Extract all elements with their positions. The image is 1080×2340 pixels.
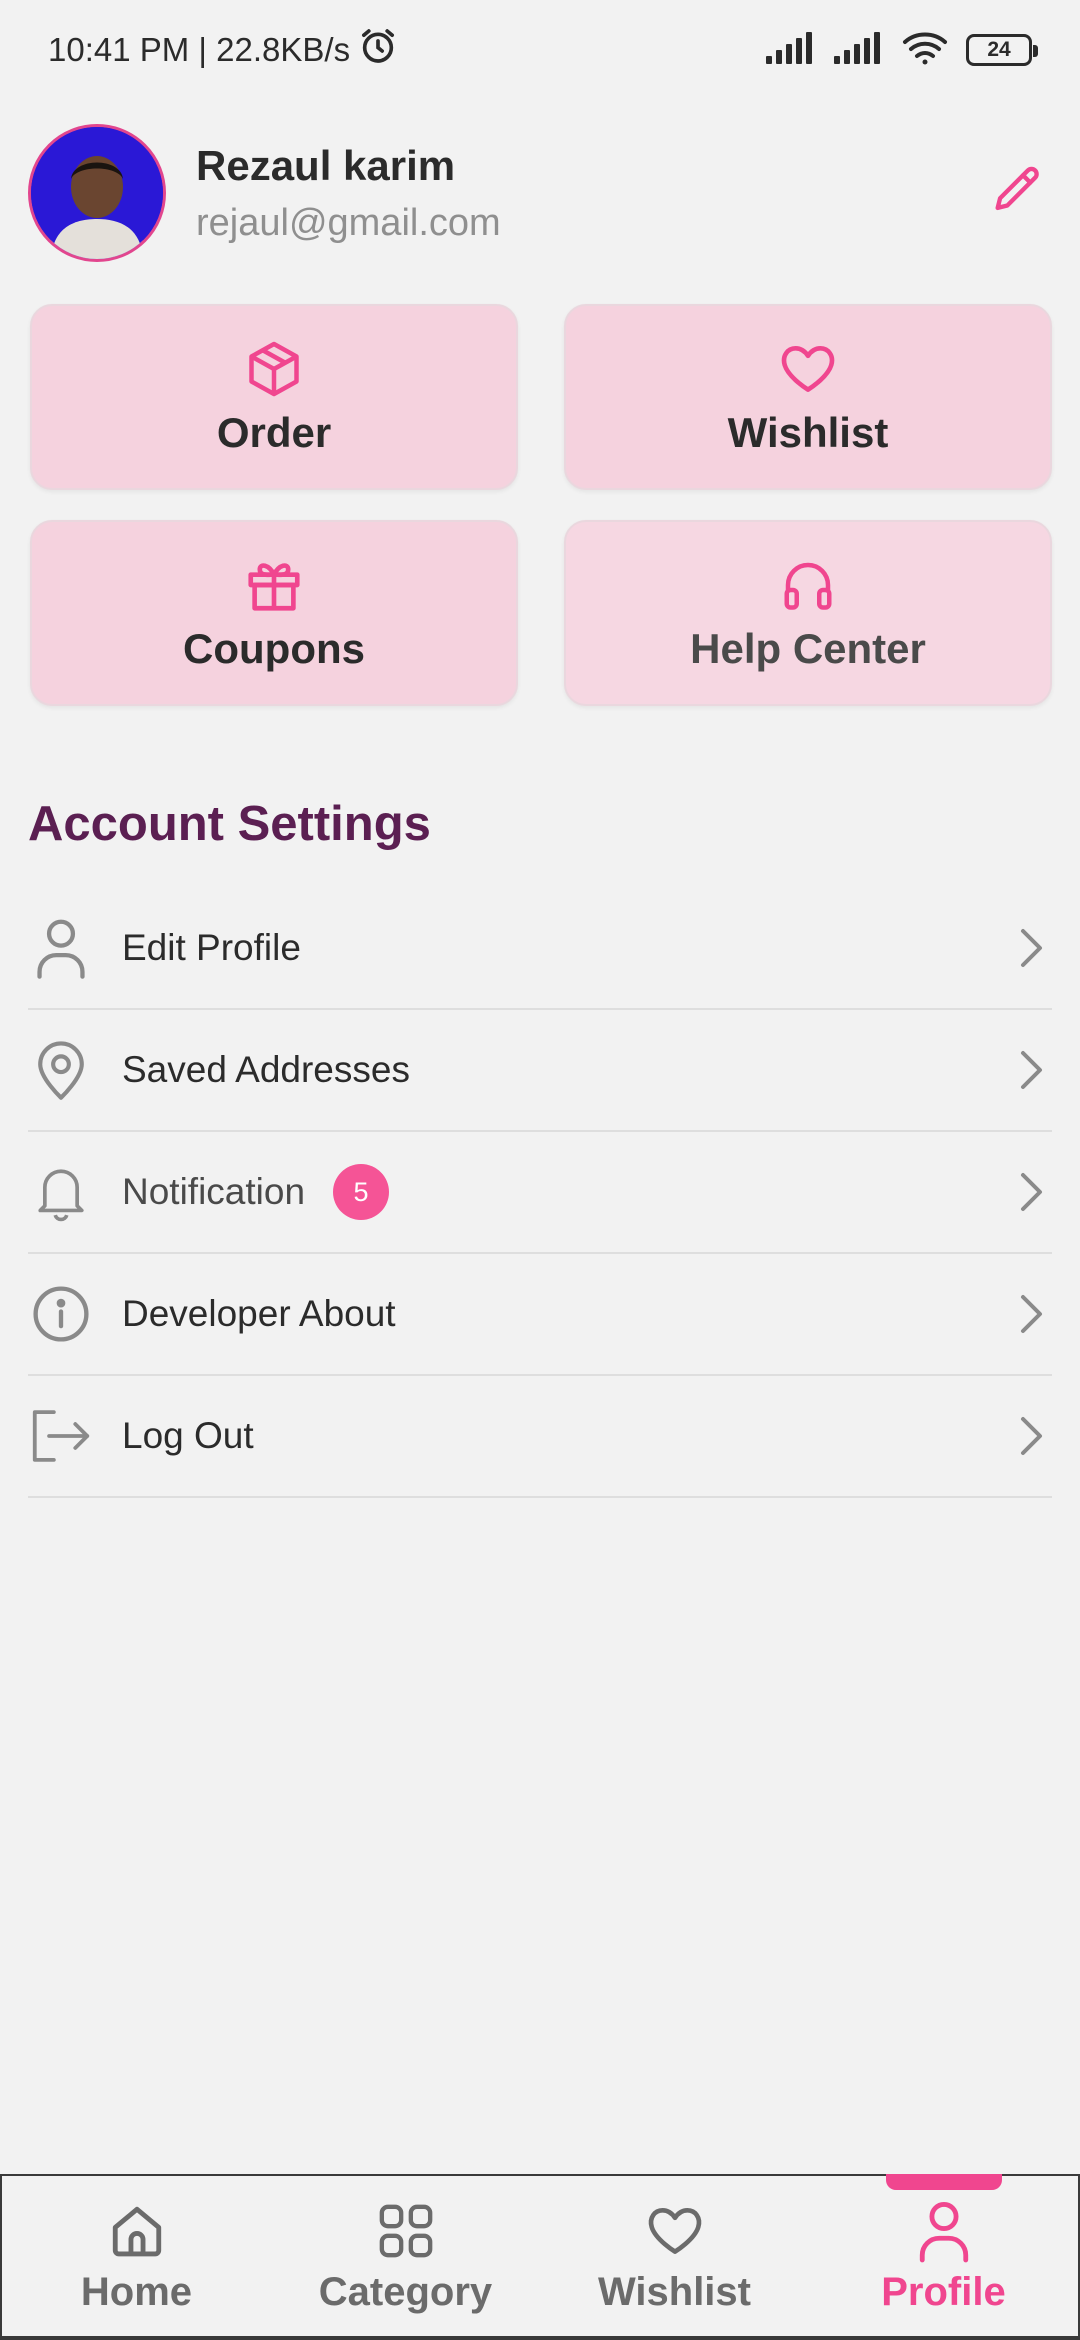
quick-actions: Order Wishlist Coupons Help Center [30, 304, 1052, 706]
status-bar: 10:41 PM | 22.8KB/s 24 [0, 0, 1080, 100]
status-left: 10:41 PM | 22.8KB/s [48, 26, 398, 74]
nav-profile[interactable]: Profile [809, 2174, 1078, 2336]
account-settings-title: Account Settings [28, 797, 431, 851]
logout-icon [28, 1403, 94, 1469]
grid-icon [373, 2198, 439, 2264]
settings-item-developer-about[interactable]: Developer About [28, 1254, 1052, 1376]
chevron-right-icon [1012, 1411, 1052, 1461]
coupons-label: Coupons [183, 625, 365, 672]
settings-item-label: Developer About [122, 1293, 396, 1334]
status-time-speed: 10:41 PM | 22.8KB/s [48, 31, 351, 68]
bottom-nav: Home Category Wishlist Profile [0, 2174, 1080, 2340]
chevron-right-icon [1012, 923, 1052, 973]
profile-screen: 10:41 PM | 22.8KB/s 24 Rezaul karim reja… [0, 0, 1080, 2340]
user-icon [28, 915, 94, 981]
wishlist-label: Wishlist [727, 409, 889, 456]
edit-profile-button[interactable] [982, 158, 1052, 228]
chevron-right-icon [1012, 1289, 1052, 1339]
battery-level: 24 [987, 38, 1011, 61]
wishlist-card[interactable]: Wishlist [564, 304, 1052, 490]
info-icon [28, 1281, 94, 1347]
alarm-icon [358, 26, 398, 74]
nav-home[interactable]: Home [2, 2176, 271, 2336]
headphones-icon [776, 553, 840, 617]
settings-item-label: Edit Profile [122, 927, 301, 968]
settings-item-label: Saved Addresses [122, 1049, 410, 1090]
profile-header: Rezaul karim rejaul@gmail.com [28, 124, 1052, 262]
settings-item-notification[interactable]: Notification 5 [28, 1132, 1052, 1254]
nav-wishlist[interactable]: Wishlist [540, 2176, 809, 2336]
status-right: 24 [766, 30, 1038, 71]
settings-list: Edit Profile Saved Addresses Notificatio… [28, 888, 1052, 1498]
help-center-card[interactable]: Help Center [564, 520, 1052, 706]
profile-email: rejaul@gmail.com [196, 201, 501, 244]
profile-name: Rezaul karim [196, 141, 456, 189]
gift-icon [242, 553, 306, 617]
chevron-right-icon [1012, 1045, 1052, 1095]
notification-badge: 5 [333, 1164, 390, 1220]
nav-category[interactable]: Category [271, 2176, 540, 2336]
nav-label: Profile [881, 2269, 1006, 2314]
settings-item-saved-addresses[interactable]: Saved Addresses [28, 1010, 1052, 1132]
battery-icon: 24 [966, 34, 1038, 66]
order-label: Order [216, 409, 332, 456]
user-icon [911, 2198, 977, 2264]
settings-item-edit-profile[interactable]: Edit Profile [28, 888, 1052, 1010]
heart-icon [642, 2198, 708, 2264]
nav-label: Wishlist [598, 2269, 751, 2314]
box-icon [242, 337, 306, 401]
active-tab-indicator [885, 2174, 1002, 2190]
pencil-icon [988, 162, 1046, 225]
bell-icon [28, 1159, 94, 1225]
chevron-right-icon [1012, 1167, 1052, 1217]
order-card[interactable]: Order [30, 304, 518, 490]
avatar[interactable] [28, 124, 166, 262]
location-pin-icon [28, 1037, 94, 1103]
help-center-label: Help Center [690, 625, 926, 672]
profile-text: Rezaul karim rejaul@gmail.com [196, 142, 982, 245]
settings-item-log-out[interactable]: Log Out [28, 1376, 1052, 1498]
nav-label: Home [80, 2269, 193, 2314]
signal-icon-2 [834, 31, 884, 69]
signal-icon [766, 31, 816, 69]
nav-label: Category [318, 2269, 493, 2314]
home-icon [104, 2198, 170, 2264]
settings-item-label: Notification [122, 1171, 306, 1212]
heart-icon [776, 337, 840, 401]
coupons-card[interactable]: Coupons [30, 520, 518, 706]
wifi-icon [902, 30, 948, 71]
settings-item-label: Log Out [122, 1415, 254, 1456]
